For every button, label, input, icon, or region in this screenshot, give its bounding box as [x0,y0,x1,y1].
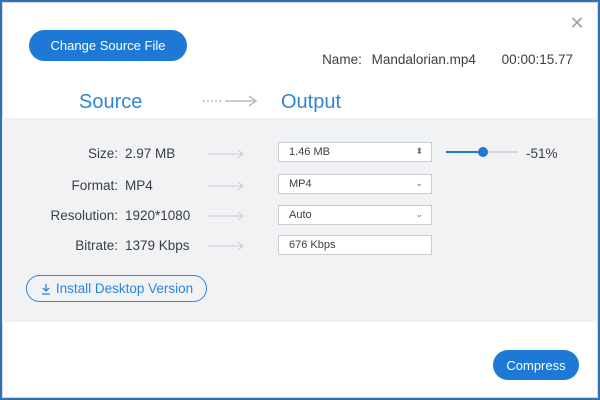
download-icon [41,283,50,295]
source-size: 2.97 MB [125,146,176,161]
resolution-select[interactable]: Auto ⌄ [278,205,432,225]
bitrate-output-value: 676 Kbps [289,239,336,251]
name-label: Name: [322,52,362,67]
header-arrow-icon [203,95,258,107]
install-desktop-version-label: Install Desktop Version [55,281,194,296]
size-slider-thumb[interactable] [477,147,488,157]
source-resolution: 1920*1080 [125,208,191,223]
source-bitrate: 1379 Kbps [125,238,190,253]
arrow-icon [208,149,244,159]
format-select-value: MP4 [289,178,312,190]
size-label: Size: [87,146,118,161]
file-name: Mandalorian.mp4 [371,52,476,67]
resolution-select-value: Auto [289,209,312,221]
size-output-field[interactable]: 1.46 MB ⬍ [278,142,432,162]
size-reduction-percent: -51% [526,146,558,161]
arrow-icon [208,181,244,191]
bitrate-label: Bitrate: [75,238,118,253]
change-source-file-button[interactable]: Change Source File [29,30,187,61]
source-format: MP4 [125,178,153,193]
bitrate-output-field[interactable]: 676 Kbps [278,235,432,255]
compress-button[interactable]: Compress [493,350,579,380]
file-info: Name: Mandalorian.mp4 00:00:15.77 [316,52,573,67]
format-label: Format: [71,178,118,193]
chevron-down-icon: ⌄ [415,178,423,188]
file-duration: 00:00:15.77 [501,52,573,67]
size-output-value: 1.46 MB [289,146,330,158]
close-icon[interactable]: ✕ [569,14,585,32]
source-header: Source [79,91,143,113]
resolution-label: Resolution: [50,208,118,223]
stepper-icon[interactable]: ⬍ [415,146,423,157]
chevron-down-icon: ⌄ [415,209,423,219]
install-desktop-version-button[interactable]: Install Desktop Version [26,275,207,302]
format-select[interactable]: MP4 ⌄ [278,174,432,194]
arrow-icon [208,241,244,251]
output-header: Output [281,91,342,113]
arrow-icon [208,211,244,221]
size-slider-rest[interactable] [482,151,518,153]
